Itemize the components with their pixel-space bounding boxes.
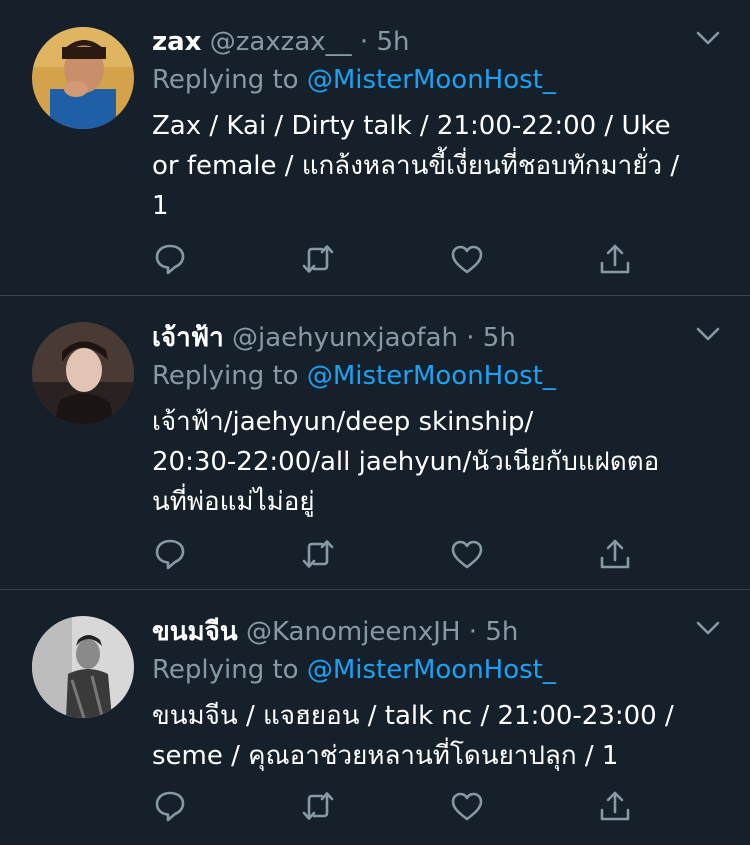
retweet-icon[interactable] xyxy=(300,241,336,277)
retweet-icon[interactable] xyxy=(300,536,336,572)
timestamp[interactable]: 5h xyxy=(483,323,516,353)
user-display-name[interactable]: ขนมจีน xyxy=(152,617,238,647)
replying-to: Replying to @MisterMoonHost_ xyxy=(152,650,730,690)
mention-link[interactable]: @MisterMoonHost_ xyxy=(307,655,556,685)
user-handle[interactable]: @jaehyunxjaofah xyxy=(232,323,458,353)
tweet-text-line: 1 xyxy=(152,191,169,221)
user-handle[interactable]: @zaxzax__ xyxy=(210,27,352,57)
heart-icon[interactable] xyxy=(449,241,485,277)
tweet[interactable]: เจ้าฟ้า @jaehyunxjaofah · 5h Replying to… xyxy=(0,296,750,590)
separator-dot: · xyxy=(359,27,369,57)
tweet-text-line: ขนมจีน / แจฮยอน / talk nc / 21:00-23:00 … xyxy=(152,701,674,731)
tweet-text-line: seme / คุณอาช่วยหลานที่โดนยาปลุก / 1 xyxy=(152,741,619,771)
tweet[interactable]: ขนมจีน @KanomjeenxJH · 5h Replying to @M… xyxy=(0,590,750,845)
share-icon[interactable] xyxy=(597,536,633,572)
tweet-text-line: 20:30-22:00/all jaehyun/นัวเนียกับแฝดตอ xyxy=(152,447,660,477)
tweet-actions xyxy=(152,536,652,576)
tweet-text: Zax / Kai / Dirty talk / 21:00-22:00 / U… xyxy=(152,106,730,226)
tweet-text-line: เจ้าฟ้า/jaehyun/deep skinship/ xyxy=(152,407,534,437)
tweet-text: ขนมจีน / แจฮยอน / talk nc / 21:00-23:00 … xyxy=(152,696,730,776)
reply-icon[interactable] xyxy=(152,536,188,572)
mention-link[interactable]: @MisterMoonHost_ xyxy=(307,65,556,95)
replying-to-label: Replying to xyxy=(152,361,299,391)
share-icon[interactable] xyxy=(597,788,633,824)
tweet-text-line: นที่พ่อแม่ไม่อยู่ xyxy=(152,487,315,517)
tweet-actions xyxy=(152,241,652,281)
user-display-name[interactable]: zax xyxy=(152,27,201,57)
separator-dot: · xyxy=(466,323,475,353)
tweet-text-line: Zax / Kai / Dirty talk / 21:00-22:00 / U… xyxy=(152,111,671,141)
share-icon[interactable] xyxy=(597,241,633,277)
chevron-down-icon[interactable] xyxy=(696,30,720,46)
tweet-text-line: or female / แกล้งหลานขี้เงี่ยนที่ชอบทักม… xyxy=(152,151,680,181)
user-handle[interactable]: @KanomjeenxJH xyxy=(246,617,461,647)
heart-icon[interactable] xyxy=(449,788,485,824)
tweet-actions xyxy=(152,788,652,828)
separator-dot: · xyxy=(468,617,478,647)
timestamp[interactable]: 5h xyxy=(485,617,518,647)
tweet[interactable]: zax @zaxzax__ · 5h Replying to @MisterMo… xyxy=(0,0,750,296)
reply-icon[interactable] xyxy=(152,788,188,824)
mention-link[interactable]: @MisterMoonHost_ xyxy=(307,361,556,391)
chevron-down-icon[interactable] xyxy=(696,620,720,636)
avatar[interactable] xyxy=(32,322,134,424)
avatar[interactable] xyxy=(32,616,134,718)
timestamp[interactable]: 5h xyxy=(376,27,409,57)
replying-to: Replying to @MisterMoonHost_ xyxy=(152,60,730,100)
replying-to-label: Replying to xyxy=(152,655,299,685)
chevron-down-icon[interactable] xyxy=(696,326,720,342)
retweet-icon[interactable] xyxy=(300,788,336,824)
replying-to: Replying to @MisterMoonHost_ xyxy=(152,356,730,396)
reply-icon[interactable] xyxy=(152,241,188,277)
avatar[interactable] xyxy=(32,27,134,129)
tweet-text: เจ้าฟ้า/jaehyun/deep skinship/ 20:30-22:… xyxy=(152,402,730,522)
user-display-name[interactable]: เจ้าฟ้า xyxy=(152,323,224,353)
heart-icon[interactable] xyxy=(449,536,485,572)
replying-to-label: Replying to xyxy=(152,65,299,95)
